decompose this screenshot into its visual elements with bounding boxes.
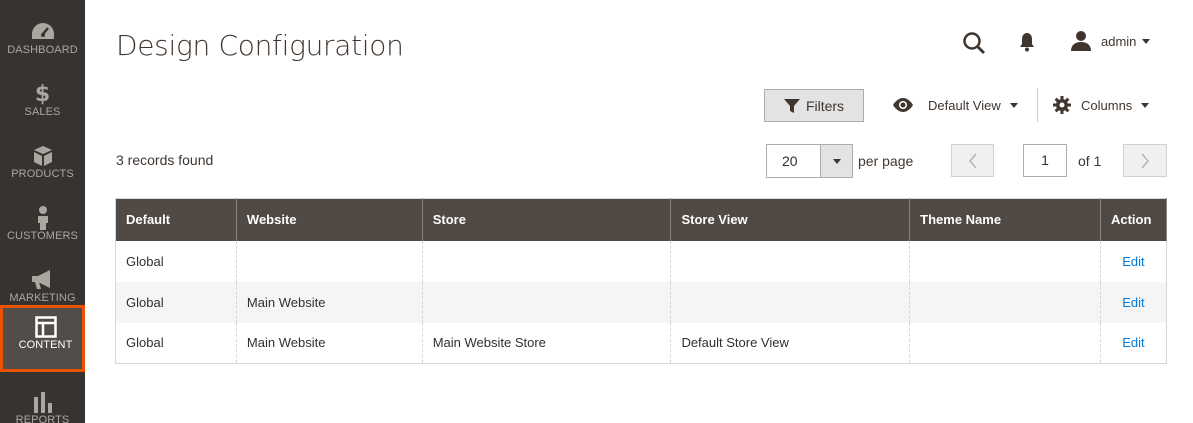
page-title: Design Configuration	[116, 29, 404, 62]
toolbar-divider	[1037, 88, 1038, 122]
user-menu[interactable]: admin	[1070, 29, 1151, 53]
sidebar-item-reports[interactable]: REPORTS	[0, 380, 85, 423]
edit-link[interactable]: Edit	[1122, 254, 1144, 269]
page-number-input[interactable]: 1	[1023, 144, 1067, 177]
table-cell: Main Website	[235, 281, 423, 323]
per-page-value: 20	[782, 153, 798, 169]
chevron-down-icon	[1141, 102, 1150, 108]
table-cell: Main Website Store	[421, 322, 672, 364]
table-cell	[421, 240, 672, 282]
table-row: Global Main Website Main Website Store D…	[115, 322, 1168, 364]
dashboard-icon	[0, 20, 85, 44]
column-header[interactable]: Store	[421, 198, 672, 241]
page-total: of 1	[1078, 153, 1102, 169]
next-page-button[interactable]	[1123, 144, 1167, 177]
table-header-row: Default Website Store Store View Theme N…	[115, 198, 1168, 241]
filters-label: Filters	[805, 97, 845, 114]
chevron-down-icon	[832, 158, 841, 164]
sidebar-item-label: CONTENT	[18, 339, 73, 351]
column-header[interactable]: Default	[115, 198, 237, 241]
view-label: Default View	[928, 97, 1001, 113]
columns-control[interactable]: Columns	[1053, 92, 1150, 118]
table-cell	[909, 281, 1101, 323]
sidebar-item-label: PRODUCTS	[11, 168, 74, 180]
column-header: Action	[1099, 198, 1168, 241]
eye-icon	[893, 98, 913, 112]
sidebar-item-label: SALES	[24, 106, 61, 118]
sidebar-item-label: DASHBOARD	[7, 44, 78, 56]
column-header[interactable]: Theme Name	[909, 198, 1101, 241]
sidebar-item-label: REPORTS	[15, 414, 70, 423]
table-row: Global Main Website Edit	[115, 281, 1168, 323]
search-button[interactable]	[962, 31, 988, 55]
table-cell: Default Store View	[670, 322, 911, 364]
per-page-select[interactable]: 20	[766, 144, 853, 178]
chevron-right-icon	[1141, 153, 1149, 168]
layout-icon	[3, 315, 88, 339]
column-header[interactable]: Website	[235, 198, 423, 241]
table-cell	[421, 281, 672, 323]
filters-button[interactable]: Filters	[764, 89, 864, 122]
table-cell: Global	[115, 281, 237, 323]
view-switcher[interactable]: Default View	[891, 92, 1018, 118]
sidebar-item-products[interactable]: PRODUCTS	[0, 134, 85, 196]
user-icon	[1071, 31, 1091, 51]
table-cell	[670, 240, 911, 282]
design-config-grid: Default Website Store Store View Theme N…	[115, 198, 1168, 364]
bell-icon	[1020, 33, 1034, 52]
records-count: 3 records found	[116, 152, 214, 168]
table-cell	[670, 281, 911, 323]
gear-icon	[1053, 96, 1071, 114]
sidebar-item-content[interactable]: CONTENT	[0, 305, 85, 372]
table-cell	[909, 240, 1101, 282]
sidebar-item-label: MARKETING	[9, 292, 76, 304]
bar-chart-icon	[0, 390, 85, 414]
column-header[interactable]: Store View	[670, 198, 911, 241]
table-cell	[235, 240, 423, 282]
table-cell: Global	[115, 322, 237, 364]
table-cell: Main Website	[235, 322, 423, 364]
table-cell: Edit	[1099, 281, 1168, 323]
per-page-label: per page	[858, 153, 914, 169]
admin-sidebar: DASHBOARD $ SALES PRODUCTS CUSTOMERS MAR…	[0, 0, 85, 423]
previous-page-button[interactable]	[951, 144, 994, 177]
user-name: admin	[1101, 33, 1137, 49]
columns-label: Columns	[1081, 97, 1133, 113]
sidebar-item-dashboard[interactable]: DASHBOARD	[0, 10, 85, 72]
table-cell: Edit	[1099, 322, 1168, 364]
sidebar-item-sales[interactable]: $ SALES	[0, 72, 85, 134]
chevron-down-icon	[1009, 102, 1018, 108]
chevron-left-icon	[968, 153, 977, 168]
person-icon	[0, 206, 85, 230]
box-icon	[0, 144, 85, 168]
table-cell: Global	[115, 240, 237, 282]
notifications-button[interactable]	[1017, 31, 1037, 53]
table-cell: Edit	[1099, 240, 1168, 282]
per-page-dropdown-button[interactable]	[820, 145, 852, 177]
table-cell	[909, 322, 1101, 364]
edit-link[interactable]: Edit	[1122, 335, 1144, 350]
chevron-down-icon	[1142, 38, 1151, 44]
sidebar-item-customers[interactable]: CUSTOMERS	[0, 196, 85, 258]
megaphone-icon	[0, 268, 85, 292]
table-row: Global Edit	[115, 240, 1168, 282]
filter-icon	[783, 98, 800, 113]
dollar-icon: $	[34, 81, 51, 107]
search-icon	[963, 32, 985, 54]
edit-link[interactable]: Edit	[1122, 295, 1144, 310]
sidebar-item-label: CUSTOMERS	[7, 230, 78, 242]
